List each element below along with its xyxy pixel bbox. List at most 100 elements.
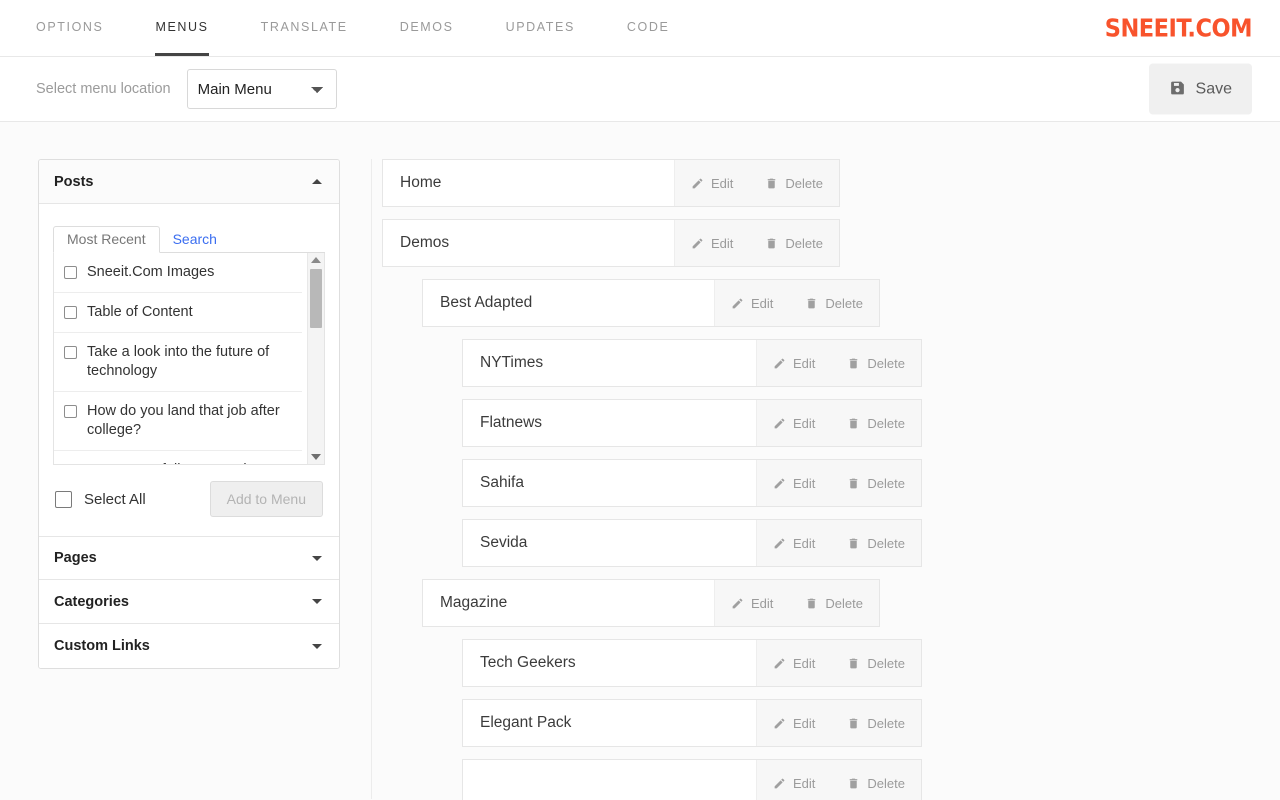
delete-button[interactable]: Delete — [831, 460, 921, 506]
edit-button[interactable]: Edit — [675, 160, 749, 206]
delete-label: Delete — [867, 655, 905, 671]
nav-tab-translate[interactable]: TRANSLATE — [261, 0, 348, 56]
delete-label: Delete — [825, 595, 863, 611]
save-button[interactable]: Save — [1148, 63, 1252, 115]
add-to-menu-button[interactable]: Add to Menu — [209, 481, 323, 517]
menu-location-select[interactable]: Main Menu — [186, 69, 337, 109]
pencil-icon — [773, 417, 786, 430]
edit-button[interactable]: Edit — [757, 760, 831, 800]
trash-icon — [805, 297, 818, 310]
select-menu-location-label: Select menu location — [36, 81, 171, 97]
delete-button[interactable]: Delete — [831, 400, 921, 446]
delete-button[interactable]: Delete — [831, 340, 921, 386]
pencil-icon — [691, 177, 704, 190]
post-label: Table of Content — [87, 304, 193, 320]
trash-icon — [847, 417, 860, 430]
menu-item-row[interactable]: Elegant Pack Edit Delete — [462, 699, 922, 747]
menu-item-row[interactable]: Flatnews Edit Delete — [462, 399, 922, 447]
select-all-checkbox[interactable] — [55, 490, 72, 508]
menu-item-row[interactable]: Tech Geekers Edit Delete — [462, 639, 922, 687]
menu-item-title: Sahifa — [480, 474, 524, 491]
menu-item-row[interactable]: Sahifa Edit Delete — [462, 459, 922, 507]
accordion-header-posts[interactable]: Posts — [39, 160, 339, 204]
nav-tab-options[interactable]: OPTIONS — [36, 0, 103, 56]
delete-label: Delete — [785, 175, 823, 191]
menu-item-row[interactable]: Demos Edit Delete — [382, 219, 840, 267]
accordion-title-pages: Pages — [54, 550, 97, 566]
tab-most-recent[interactable]: Most Recent — [53, 226, 160, 253]
nav-tab-code[interactable]: CODE — [627, 0, 670, 56]
post-checkbox[interactable] — [64, 405, 77, 418]
menu-item-title: Best Adapted — [440, 294, 533, 311]
edit-button[interactable]: Edit — [675, 220, 749, 266]
menu-item-actions: Edit Delete — [756, 700, 921, 746]
delete-button[interactable]: Delete — [831, 700, 921, 746]
edit-button[interactable]: Edit — [757, 460, 831, 506]
menu-item-title: Sevida — [480, 534, 528, 551]
delete-button[interactable]: Delete — [749, 220, 839, 266]
edit-button[interactable]: Edit — [757, 400, 831, 446]
delete-label: Delete — [785, 235, 823, 251]
menu-item-title: Tech Geekers — [480, 654, 576, 671]
menu-item-row[interactable]: Best Adapted Edit Delete — [422, 279, 880, 327]
edit-button[interactable]: Edit — [757, 700, 831, 746]
post-list-item[interactable]: Sneeit.Com Images — [54, 253, 302, 293]
pencil-icon — [691, 237, 704, 250]
accordion-header-pages[interactable]: Pages — [39, 536, 339, 580]
post-label: Sneeit.Com Images — [87, 264, 215, 280]
pencil-icon — [773, 777, 786, 790]
delete-label: Delete — [867, 355, 905, 371]
edit-button[interactable]: Edit — [757, 340, 831, 386]
post-list-item[interactable]: Table of Content — [54, 293, 302, 333]
trash-icon — [765, 237, 778, 250]
nav-tab-demos[interactable]: DEMOS — [400, 0, 454, 56]
menu-item-actions: Edit Delete — [674, 220, 839, 266]
post-list-item[interactable]: How do you land that job after college? — [54, 392, 302, 451]
accordion-header-custom-links[interactable]: Custom Links — [39, 624, 339, 668]
delete-button[interactable]: Delete — [789, 580, 879, 626]
menu-item-row[interactable]: Edit Delete — [462, 759, 922, 800]
posts-list-scrollbar[interactable] — [307, 253, 324, 464]
scroll-down-arrow-icon[interactable] — [311, 454, 321, 460]
menu-item-row[interactable]: Home Edit Delete — [382, 159, 840, 207]
edit-label: Edit — [793, 775, 816, 791]
edit-button[interactable]: Edit — [715, 580, 789, 626]
menu-item-row[interactable]: NYTimes Edit Delete — [462, 339, 922, 387]
delete-button[interactable]: Delete — [789, 280, 879, 326]
trash-icon — [847, 477, 860, 490]
post-list-item[interactable]: Summer to fall street style: — [54, 451, 302, 464]
post-checkbox[interactable] — [64, 346, 77, 359]
pencil-icon — [731, 597, 744, 610]
post-list-item[interactable]: Take a look into the future of technolog… — [54, 333, 302, 392]
tab-search[interactable]: Search — [160, 227, 230, 252]
edit-button[interactable]: Edit — [757, 520, 831, 566]
posts-list: Sneeit.Com Images Table of Content Take a … — [54, 253, 324, 464]
menu-item-row[interactable]: Sevida Edit Delete — [462, 519, 922, 567]
page-content: Posts Most Recent Search Sneeit.Com Imag… — [0, 122, 1280, 800]
delete-button[interactable]: Delete — [749, 160, 839, 206]
pencil-icon — [773, 657, 786, 670]
edit-label: Edit — [793, 355, 816, 371]
edit-button[interactable]: Edit — [757, 640, 831, 686]
post-checkbox[interactable] — [64, 306, 77, 319]
menu-item-actions: Edit Delete — [714, 280, 879, 326]
accordion-title-custom-links: Custom Links — [54, 638, 150, 654]
delete-button[interactable]: Delete — [831, 760, 921, 800]
edit-button[interactable]: Edit — [715, 280, 789, 326]
delete-button[interactable]: Delete — [831, 640, 921, 686]
nav-tab-updates[interactable]: UPDATES — [506, 0, 575, 56]
trash-icon — [765, 177, 778, 190]
select-all-label: Select All — [84, 490, 146, 508]
menu-item-actions: Edit Delete — [756, 340, 921, 386]
nav-tab-menus[interactable]: MENUS — [155, 0, 209, 56]
delete-button[interactable]: Delete — [831, 520, 921, 566]
accordion-header-categories[interactable]: Categories — [39, 580, 339, 624]
brand-logo: SNEEIT.COM — [1104, 13, 1253, 43]
menu-item-title: Home — [400, 174, 442, 191]
post-checkbox[interactable] — [64, 266, 77, 279]
menu-item-actions: Edit Delete — [756, 760, 921, 800]
menu-item-row[interactable]: Magazine Edit Delete — [422, 579, 880, 627]
select-all-group[interactable]: Select All — [55, 490, 146, 508]
scroll-up-arrow-icon[interactable] — [311, 257, 321, 263]
scrollbar-thumb[interactable] — [310, 269, 322, 328]
